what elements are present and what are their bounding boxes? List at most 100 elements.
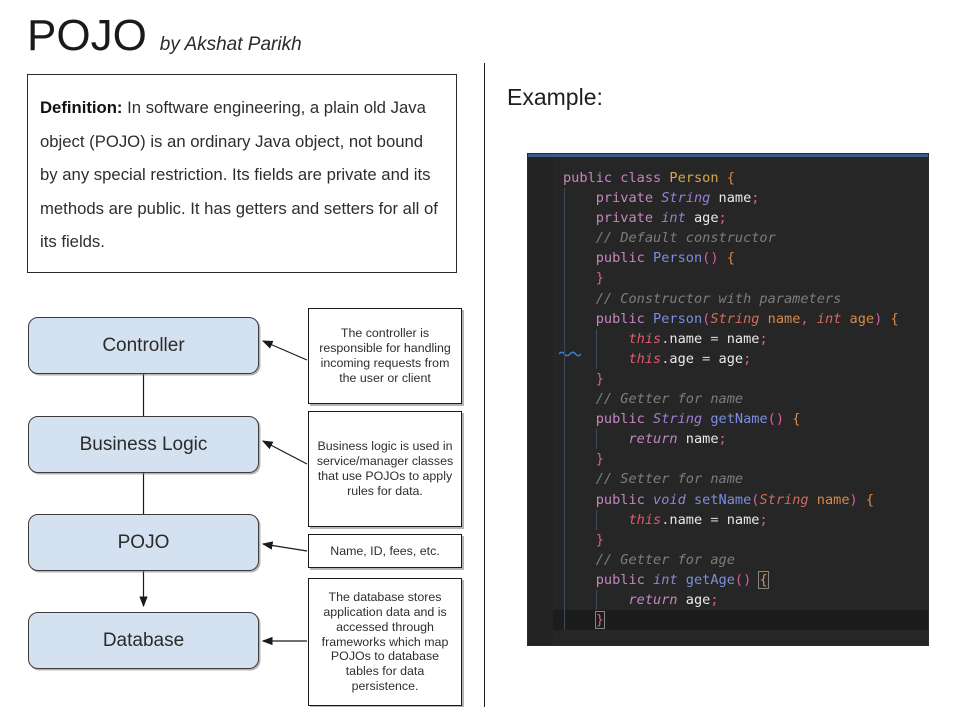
- code-token: age: [718, 350, 744, 367]
- author-byline: by Akshat Parikh: [159, 34, 302, 55]
- code-token: public: [595, 411, 645, 428]
- code-token: name: [685, 431, 719, 448]
- code-line: public class Person {: [553, 168, 928, 188]
- code-line: }: [553, 268, 928, 288]
- code-token: =: [702, 330, 727, 347]
- code-token: ): [849, 491, 858, 508]
- code-line: return name;: [553, 429, 928, 449]
- code-token: ;: [718, 431, 727, 448]
- code-token: }: [595, 370, 604, 387]
- flow-box-business-logic[interactable]: Business Logic: [28, 416, 259, 473]
- definition-body: In software engineering, a plain old Jav…: [40, 98, 438, 251]
- code-line: }: [553, 369, 928, 389]
- editor-gutter: [528, 157, 553, 645]
- code-token: String: [710, 310, 760, 327]
- note-box-business-logic: Business logic is used in service/manage…: [308, 411, 462, 527]
- note-text: Name, ID, fees, etc.: [330, 543, 440, 558]
- flow-box-label: Database: [102, 629, 185, 651]
- column-divider: [484, 63, 485, 707]
- code-token: }: [595, 531, 604, 548]
- code-token: age: [849, 310, 875, 327]
- code-token: int: [661, 210, 686, 227]
- code-token: {: [890, 310, 899, 327]
- flow-box-controller[interactable]: Controller: [28, 317, 259, 374]
- code-line: public Person(String name, int age) {: [553, 309, 928, 329]
- code-line: // Getter for name: [553, 389, 928, 409]
- code-line: private String name;: [553, 188, 928, 208]
- code-token: name: [669, 511, 703, 528]
- code-editor-panel[interactable]: public class Person { private String nam…: [528, 154, 928, 645]
- code-token: int: [816, 310, 842, 327]
- code-token: this: [628, 511, 662, 528]
- definition-box: Definition: In software engineering, a p…: [27, 74, 457, 273]
- code-token: ;: [751, 190, 760, 207]
- code-token: public: [595, 571, 645, 588]
- code-token: name: [669, 330, 703, 347]
- code-token: private: [595, 190, 654, 207]
- code-token: return: [628, 431, 678, 448]
- code-token: // Getter for age: [595, 551, 735, 568]
- code-token: public: [563, 170, 613, 186]
- code-token: name: [718, 190, 752, 207]
- code-line: }: [553, 530, 928, 550]
- code-line: // Setter for name: [553, 469, 928, 489]
- callout-arrow-pojo: [261, 541, 308, 552]
- code-token: getAge: [685, 571, 735, 588]
- code-token: private: [595, 210, 654, 227]
- note-text: The database stores application data and…: [321, 590, 449, 693]
- flow-box-database[interactable]: Database: [28, 612, 259, 669]
- code-token: this: [628, 330, 662, 347]
- note-text: The controller is responsible for handli…: [319, 326, 451, 385]
- code-token: void: [653, 491, 686, 508]
- code-line: private int age;: [553, 208, 928, 228]
- callout-arrow-business: [261, 440, 308, 465]
- note-box-pojo: Name, ID, fees, etc.: [308, 534, 462, 568]
- note-text: Business logic is used in service/manage…: [316, 439, 454, 498]
- code-line: this.name = name;: [553, 510, 928, 530]
- code-line: public void setName(String name) {: [553, 490, 928, 510]
- flow-box-label: POJO: [117, 531, 170, 553]
- code-content[interactable]: public class Person { private String nam…: [553, 157, 928, 645]
- code-token: setName: [693, 491, 752, 508]
- code-token: this: [628, 350, 662, 367]
- code-token: {: [726, 170, 735, 186]
- code-line: }: [553, 610, 928, 631]
- code-token: ;: [759, 511, 768, 528]
- code-token: String: [661, 190, 711, 207]
- flow-box-pojo[interactable]: POJO: [28, 514, 259, 571]
- code-token: ;: [710, 591, 719, 608]
- code-token: getName: [710, 411, 768, 428]
- indent-guide: [596, 590, 598, 611]
- definition-label: Definition:: [40, 98, 123, 117]
- indent-guide: [596, 328, 598, 369]
- code-line: public Person() {: [553, 248, 928, 268]
- code-token: {: [865, 491, 875, 508]
- flow-box-label: Business Logic: [79, 433, 208, 455]
- page-title: POJO: [27, 11, 147, 60]
- code-line: // Getter for age: [553, 550, 928, 570]
- code-line: }: [553, 449, 928, 469]
- code-token: // Constructor with parameters: [595, 290, 842, 307]
- code-token: // Default constructor: [595, 230, 776, 247]
- indent-guide: [596, 429, 598, 450]
- code-token: name: [767, 310, 801, 327]
- note-box-controller: The controller is responsible for handli…: [308, 308, 462, 404]
- code-token: public: [595, 310, 645, 327]
- code-line: public String getName() {: [553, 409, 928, 429]
